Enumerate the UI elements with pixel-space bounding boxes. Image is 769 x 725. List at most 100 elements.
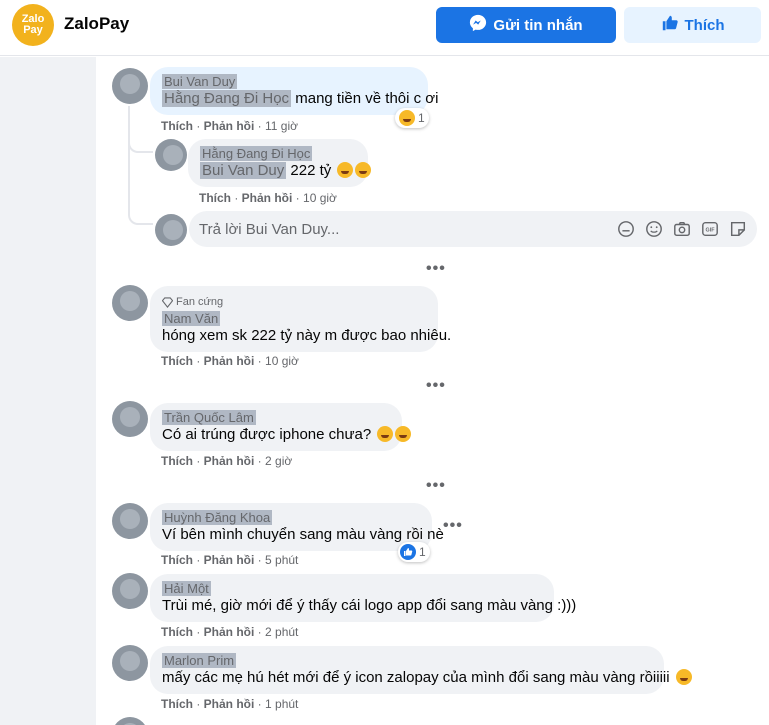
comment-bubble: Trần Quốc Lâm Có ai trúng được iphone ch… bbox=[150, 403, 412, 451]
comment-author[interactable]: Nam Văn bbox=[162, 311, 426, 327]
comment-time[interactable]: 10 giờ bbox=[265, 354, 299, 368]
reply-author[interactable]: Hằng Đang Đi Học bbox=[200, 146, 356, 162]
reaction-count: 1 bbox=[419, 545, 426, 559]
reply-action[interactable]: Phản hồi bbox=[204, 697, 255, 711]
comment-time[interactable]: 1 phút bbox=[265, 697, 298, 711]
laughing-emoji-icon bbox=[337, 162, 354, 178]
gif-icon[interactable]: GIF bbox=[700, 219, 719, 238]
surprised-emoji-icon bbox=[675, 669, 692, 685]
comment-text: hóng xem sk 222 tỷ này m được bao nhiêu. bbox=[162, 327, 452, 344]
thread-connector bbox=[128, 133, 153, 153]
page-header: Zalo Pay ZaloPay Gửi tin nhắn Thích bbox=[0, 0, 769, 56]
reply-time[interactable]: 10 giờ bbox=[303, 191, 337, 205]
reaction-summary[interactable]: 1 bbox=[398, 542, 430, 562]
comment-time[interactable]: 11 giờ bbox=[265, 119, 298, 133]
avatar[interactable] bbox=[112, 503, 148, 539]
reply-action[interactable]: Phản hồi bbox=[204, 454, 255, 468]
comment-text: Ví bên mình chuyển sang màu vàng rồi nè bbox=[162, 526, 444, 543]
like-action[interactable]: Thích bbox=[161, 553, 193, 567]
comment-text: Có ai trúng được iphone chưa? bbox=[162, 426, 376, 443]
like-action[interactable]: Thích bbox=[199, 191, 231, 205]
comment-actions: Thích · Phản hồi · 5 phút bbox=[161, 553, 299, 567]
comment-actions: Thích · Phản hồi · 2 giờ bbox=[161, 454, 293, 468]
like-action[interactable]: Thích bbox=[161, 697, 193, 711]
diamond-icon bbox=[162, 296, 173, 308]
comment-text: mang tiền về thôi c ơi bbox=[291, 90, 439, 107]
comment-bubble: Bui Van Duy Hằng Đang Đi Học mang tiền v… bbox=[150, 67, 438, 115]
like-reaction-icon bbox=[400, 544, 416, 560]
reply-action[interactable]: Phản hồi bbox=[204, 553, 255, 567]
send-message-button[interactable]: Gửi tin nhắn bbox=[436, 7, 616, 43]
comment-author[interactable]: Bui Van Duy bbox=[162, 74, 416, 90]
laughing-emoji-icon bbox=[355, 162, 372, 178]
comment-text: Trùi mé, giờ mới để ý thấy cái logo app … bbox=[162, 597, 577, 614]
reply-action[interactable]: Phản hồi bbox=[204, 119, 255, 133]
comment-bubble: Hải Một Trùi mé, giờ mới để ý thấy cái l… bbox=[150, 574, 576, 622]
comment-time[interactable]: 2 giờ bbox=[265, 454, 292, 468]
thread-line bbox=[128, 106, 130, 215]
reaction-summary[interactable]: 1 bbox=[395, 108, 429, 128]
laughing-emoji-icon bbox=[377, 426, 394, 442]
reply-action[interactable]: Phản hồi bbox=[242, 191, 293, 205]
avatar[interactable] bbox=[112, 68, 148, 104]
comment-actions: Thích · Phản hồi · 1 phút bbox=[161, 697, 299, 711]
reply-input[interactable]: Trả lời Bui Van Duy... GIF bbox=[189, 211, 757, 247]
reply-action[interactable]: Phản hồi bbox=[204, 625, 255, 639]
reply-input-tools: GIF bbox=[616, 219, 747, 238]
comment-actions: Thích · Phản hồi · 2 phút bbox=[161, 625, 299, 639]
comment-bubble: Huỳnh Đăng Khoa Ví bên mình chuyển sang … bbox=[150, 503, 444, 551]
avatar[interactable] bbox=[112, 645, 148, 681]
laughing-emoji-icon bbox=[399, 110, 415, 126]
like-action[interactable]: Thích bbox=[161, 119, 193, 133]
emoji-icon[interactable] bbox=[644, 219, 663, 238]
reply-actions: Thích · Phản hồi · 10 giờ bbox=[199, 191, 337, 205]
camera-icon[interactable] bbox=[672, 219, 691, 238]
more-dots-icon[interactable]: ••• bbox=[443, 517, 463, 535]
current-user-avatar[interactable] bbox=[155, 214, 187, 246]
reply-action[interactable]: Phản hồi bbox=[204, 354, 255, 368]
more-dots-icon[interactable]: ••• bbox=[426, 377, 446, 395]
fan-badge[interactable]: Fan cứng bbox=[162, 293, 426, 311]
avatar-sticker-icon[interactable] bbox=[616, 219, 635, 238]
reply-bubble: Hằng Đang Đi Học Bui Van Duy 222 tỷ bbox=[188, 139, 372, 187]
comment-author[interactable]: Huỳnh Đăng Khoa bbox=[162, 510, 420, 526]
svg-text:GIF: GIF bbox=[705, 227, 715, 233]
thread-connector bbox=[128, 205, 153, 225]
comment-actions: Thích · Phản hồi · 11 giờ bbox=[161, 119, 299, 133]
comment-bubble: Marlon Prim mấy các mẹ hú hét mới để ý i… bbox=[150, 646, 692, 694]
like-page-label: Thích bbox=[684, 16, 725, 34]
sticker-icon[interactable] bbox=[728, 219, 747, 238]
comments-section: Bui Van Duy Hằng Đang Đi Học mang tiền v… bbox=[96, 57, 769, 725]
comment-actions: Thích · Phản hồi · 10 giờ bbox=[161, 354, 299, 368]
messenger-icon bbox=[469, 14, 487, 36]
comment-author[interactable]: Trần Quốc Lâm bbox=[162, 410, 390, 426]
comment-author[interactable]: Hải Một bbox=[162, 581, 542, 597]
like-action[interactable]: Thích bbox=[161, 454, 193, 468]
avatar[interactable] bbox=[112, 717, 148, 725]
send-message-label: Gửi tin nhắn bbox=[493, 16, 583, 34]
like-action[interactable]: Thích bbox=[161, 354, 193, 368]
comment-text: mấy các mẹ hú hét mới để ý icon zalopay … bbox=[162, 669, 674, 686]
comment-time[interactable]: 5 phút bbox=[265, 553, 298, 567]
comment-time[interactable]: 2 phút bbox=[265, 625, 298, 639]
avatar[interactable] bbox=[112, 285, 148, 321]
page-name[interactable]: ZaloPay bbox=[64, 14, 129, 34]
laughing-emoji-icon bbox=[395, 426, 412, 442]
thumbs-up-icon bbox=[661, 14, 679, 36]
reply-text: 222 tỷ bbox=[286, 162, 336, 179]
reaction-count: 1 bbox=[418, 111, 425, 125]
comment-author[interactable]: Marlon Prim bbox=[162, 653, 652, 669]
fan-badge-label: Fan cứng bbox=[176, 296, 224, 308]
avatar[interactable] bbox=[112, 401, 148, 437]
mentioned-user[interactable]: Bui Van Duy bbox=[200, 162, 287, 179]
avatar[interactable] bbox=[112, 573, 148, 609]
mentioned-user[interactable]: Hằng Đang Đi Học bbox=[162, 90, 292, 107]
like-action[interactable]: Thích bbox=[161, 625, 193, 639]
more-dots-icon[interactable]: ••• bbox=[426, 477, 446, 495]
comment-bubble: Fan cứng Nam Văn hóng xem sk 222 tỷ này … bbox=[150, 286, 451, 352]
reply-input-placeholder: Trả lời Bui Van Duy... bbox=[199, 220, 340, 238]
like-page-button[interactable]: Thích bbox=[624, 7, 761, 43]
zalopay-logo[interactable]: Zalo Pay bbox=[12, 4, 54, 46]
more-dots-icon[interactable]: ••• bbox=[426, 260, 446, 278]
avatar[interactable] bbox=[155, 139, 187, 171]
